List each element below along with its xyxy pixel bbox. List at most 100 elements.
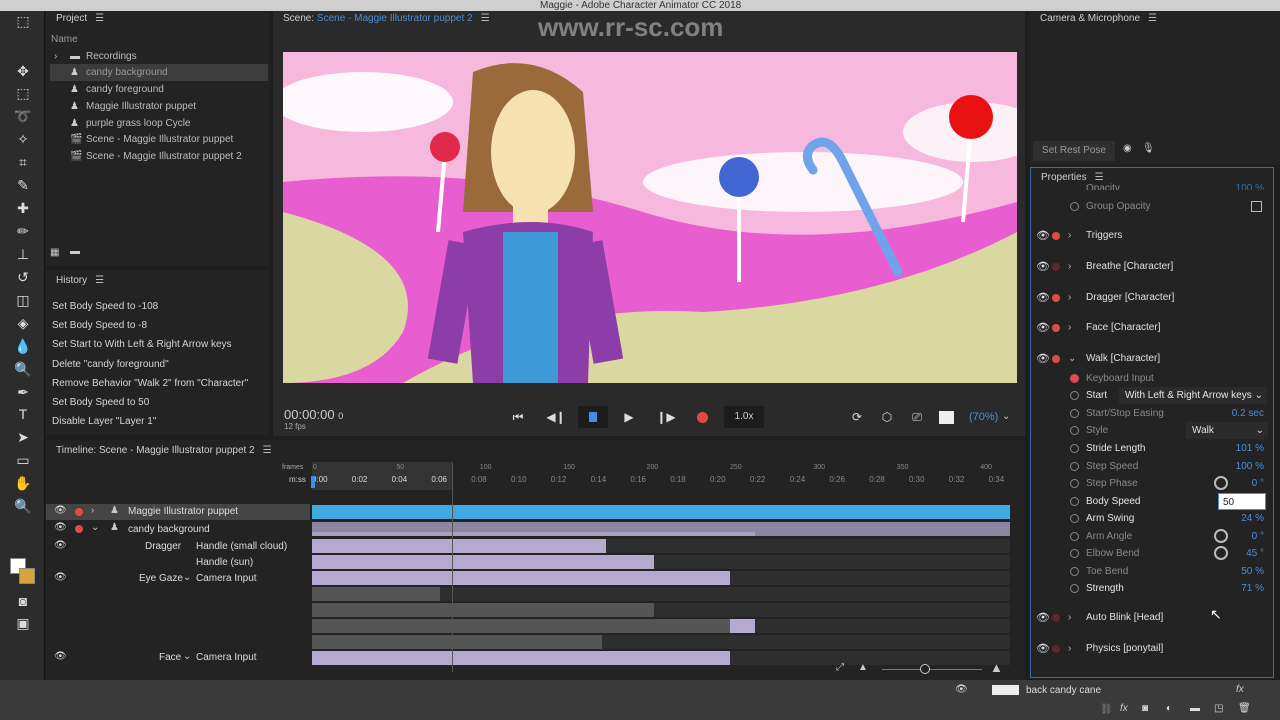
param-label-eye-gaze-camera[interactable]: Camera Input (196, 573, 257, 584)
chevron-right-icon[interactable]: › (1068, 226, 1071, 246)
strength-row[interactable]: Strength 71 % (1034, 580, 1270, 597)
arm-record-icon[interactable] (1052, 232, 1060, 240)
project-item-maggie-puppet[interactable]: ♟ Maggie Illustrator puppet (50, 98, 268, 115)
background-toggle-icon[interactable] (939, 411, 954, 424)
arm-record-icon[interactable] (1052, 645, 1060, 653)
history-item[interactable]: Delete "candy foreground" (52, 359, 169, 370)
marquee-tool-icon[interactable]: ⬚ (12, 84, 34, 102)
chevron-right-icon[interactable]: › (1068, 608, 1071, 628)
crop-tool-icon[interactable]: ⌗ (12, 153, 34, 171)
playhead[interactable] (311, 476, 315, 488)
track-maggie-puppet[interactable]: Maggie Illustrator puppet (128, 506, 238, 517)
record-button[interactable] (697, 412, 708, 423)
take-lane[interactable] (312, 635, 1010, 649)
behavior-physics[interactable]: 👁 › Physics [ponytail] (1034, 639, 1270, 659)
start-dropdown[interactable]: With Left & Right Arrow keys ⌄ (1119, 387, 1267, 404)
paint-bucket-icon[interactable]: ◈ (12, 314, 34, 332)
angle-dial-icon[interactable] (1214, 529, 1228, 543)
layer-fx-icon[interactable]: fx (1236, 684, 1244, 695)
new-group-icon[interactable]: ▬ (1190, 703, 1200, 714)
track-candy-background[interactable]: candy background (128, 524, 210, 535)
zoom-tool-icon[interactable]: 🔍 (12, 497, 34, 515)
eye-icon[interactable]: 👁 (1036, 349, 1050, 369)
project-item-scene-2[interactable]: 🎬 Scene - Maggie Illustrator puppet 2 (50, 148, 268, 165)
keyboard-input-row[interactable]: Keyboard Input (1034, 370, 1270, 387)
history-item[interactable]: Set Start to With Left & Right Arrow key… (52, 339, 232, 350)
panel-menu-icon[interactable]: ☰ (95, 275, 104, 286)
take-lane[interactable] (312, 619, 1010, 633)
style-dropdown[interactable]: Walk ⌄ (1186, 422, 1268, 439)
eye-icon[interactable]: 👁 (1036, 639, 1050, 659)
project-item-recordings[interactable]: › ▬ Recordings (50, 48, 268, 65)
arm-record-icon[interactable] (1070, 374, 1079, 383)
behavior-walk[interactable]: 👁 ⌄ Walk [Character] (1034, 349, 1270, 369)
zoom-in-mountain-icon[interactable]: ▲ (990, 660, 1003, 675)
name-column-header[interactable]: Name (51, 34, 78, 45)
new-folder-icon[interactable]: ▬ (70, 246, 80, 257)
stream-icon[interactable]: ⎚ (907, 410, 927, 425)
step-phase-row[interactable]: Step Phase 0 ° (1034, 475, 1270, 492)
project-item-scene-1[interactable]: 🎬 Scene - Maggie Illustrator puppet (50, 131, 268, 148)
stopwatch-icon[interactable] (1070, 567, 1079, 576)
stopwatch-icon[interactable] (1070, 202, 1079, 211)
track-bar-maggie[interactable] (312, 505, 1010, 519)
history-item[interactable]: Set Body Speed to 50 (52, 397, 149, 408)
take-bar[interactable] (312, 587, 440, 601)
new-layer-icon[interactable]: ◳ (1214, 703, 1223, 714)
rectangle-tool-icon[interactable]: ▭ (12, 451, 34, 469)
step-speed-row[interactable]: Step Speed 100 % (1034, 458, 1270, 475)
chevron-down-icon[interactable]: ⌄ (183, 572, 191, 583)
scene-canvas[interactable] (283, 52, 1017, 383)
eye-icon[interactable]: 👁 (54, 651, 67, 662)
take-lane[interactable] (312, 555, 1010, 569)
stopwatch-icon[interactable] (1070, 549, 1079, 558)
body-speed-row[interactable]: Body Speed 50 (1034, 493, 1270, 510)
chevron-right-icon[interactable]: › (1068, 288, 1071, 308)
brush-tool-icon[interactable]: ✏ (12, 222, 34, 240)
behavior-triggers[interactable]: 👁 › Triggers (1034, 226, 1270, 246)
refresh-icon[interactable]: ⟳ (847, 410, 867, 424)
take-lane[interactable] (312, 539, 1010, 553)
link-layers-icon[interactable]: ⛓ (1100, 704, 1113, 715)
take-bar[interactable] (312, 555, 654, 569)
stopwatch-icon[interactable] (1070, 426, 1079, 435)
arm-record-icon[interactable] (1052, 294, 1060, 302)
take-bar[interactable] (312, 635, 602, 649)
eye-icon[interactable]: 👁 (54, 572, 67, 583)
add-style-icon[interactable]: fx (1120, 703, 1128, 714)
screen-mode-icon[interactable]: ▣ (12, 614, 34, 632)
angle-dial-icon[interactable] (1214, 546, 1228, 560)
behavior-face[interactable]: 👁 › Face [Character] (1034, 318, 1270, 338)
magic-wand-icon[interactable]: ✧ (12, 130, 34, 148)
stopwatch-icon[interactable] (1070, 444, 1079, 453)
stopwatch-icon[interactable] (1070, 391, 1079, 400)
timeline-zoom-slider[interactable] (882, 669, 982, 670)
param-label-face-camera[interactable]: Camera Input (196, 652, 257, 663)
play-button[interactable]: ▶ (619, 410, 639, 424)
stride-length-row[interactable]: Stride Length 101 % (1034, 440, 1270, 457)
take-bar[interactable] (312, 651, 730, 665)
history-item[interactable]: Remove Behavior "Walk 2" from "Character… (52, 378, 248, 389)
stopwatch-icon[interactable] (1070, 514, 1079, 523)
add-mask-icon[interactable]: ◙ (1142, 703, 1148, 714)
delete-layer-icon[interactable]: 🗑 (1238, 703, 1251, 714)
eraser-icon[interactable]: ◫ (12, 291, 34, 309)
zoom-level[interactable]: (70%) (969, 411, 998, 423)
angle-dial-icon[interactable] (1214, 476, 1228, 490)
param-label-small-cloud[interactable]: Handle (small cloud) (196, 541, 287, 552)
chevron-right-icon[interactable]: › (91, 505, 94, 516)
chevron-down-icon[interactable]: ⌄ (91, 522, 99, 533)
type-tool-icon[interactable]: T (12, 405, 34, 423)
panel-menu-icon[interactable]: ☰ (1148, 13, 1157, 24)
project-item-candy-foreground[interactable]: ♟ candy foreground (50, 81, 268, 98)
body-speed-input[interactable]: 50 (1218, 493, 1266, 510)
chevron-right-icon[interactable]: › (1068, 257, 1071, 277)
stopwatch-icon[interactable] (1070, 584, 1079, 593)
take-lane[interactable] (312, 603, 1010, 617)
stop-button[interactable] (578, 406, 608, 428)
take-bar[interactable] (312, 571, 730, 585)
adjustment-layer-icon[interactable]: ◐ (1166, 703, 1172, 714)
eye-icon[interactable]: 👁 (54, 505, 67, 516)
eyedropper-icon[interactable]: ✎ (12, 176, 34, 194)
arm-swing-row[interactable]: Arm Swing 24 % (1034, 510, 1270, 527)
